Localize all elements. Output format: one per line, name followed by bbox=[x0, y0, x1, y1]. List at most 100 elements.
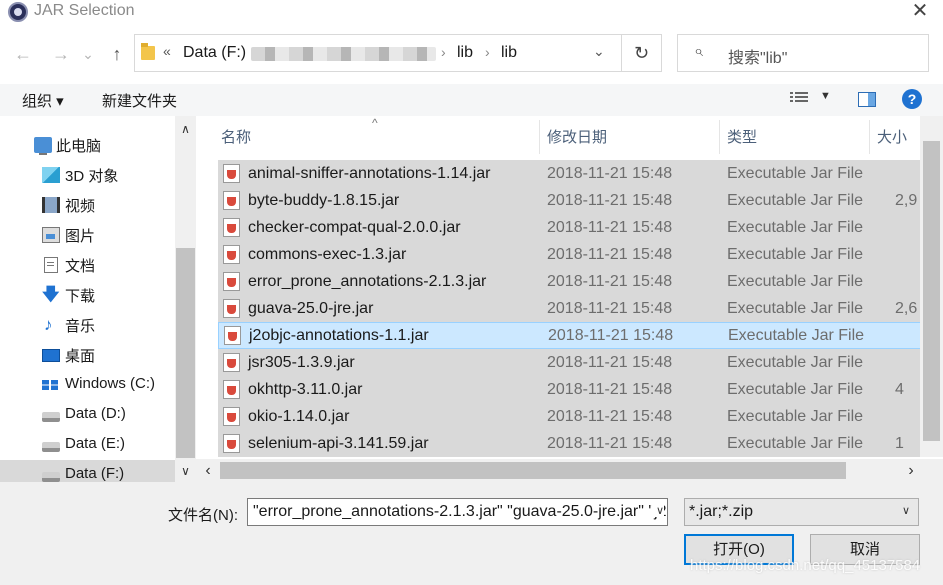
scroll-up-icon[interactable]: ∧ bbox=[175, 120, 196, 138]
file-row[interactable]: j2objc-annotations-1.1.jar 2018-11-21 15:… bbox=[218, 322, 921, 349]
file-date: 2018-11-21 15:48 bbox=[547, 192, 673, 209]
column-divider[interactable] bbox=[869, 120, 870, 154]
drive-icon bbox=[42, 412, 60, 422]
jar-file-icon bbox=[223, 272, 240, 291]
sidebar-item-label: Windows (C:) bbox=[65, 375, 156, 392]
file-row[interactable]: commons-exec-1.3.jar 2018-11-21 15:48 Exec… bbox=[218, 241, 921, 268]
file-row[interactable]: checker-compat-qual-2.0.0.jar 2018-11-21 … bbox=[218, 214, 921, 241]
sidebar-scroll-thumb[interactable] bbox=[176, 248, 195, 458]
breadcrumb-lib-1[interactable]: lib bbox=[457, 44, 473, 62]
file-row[interactable]: animal-sniffer-annotations-1.14.jar 2018-… bbox=[218, 160, 921, 187]
file-type: Executable Jar File bbox=[727, 381, 864, 398]
file-name: commons-exec-1.3.jar bbox=[248, 246, 407, 263]
breadcrumb-separator[interactable]: › bbox=[441, 44, 446, 60]
windows-drive-icon bbox=[42, 377, 60, 393]
breadcrumb-drive[interactable]: Data (F:) bbox=[183, 44, 246, 62]
file-row[interactable]: okhttp-3.11.0.jar 2018-11-21 15:48 Executa… bbox=[218, 376, 921, 403]
sidebar-item-3d-objects[interactable]: 3D 对象 bbox=[0, 160, 175, 190]
organize-button[interactable]: 组织 ▾ bbox=[22, 90, 64, 111]
sidebar-item-data-f[interactable]: Data (F:) bbox=[0, 460, 175, 482]
column-divider[interactable] bbox=[719, 120, 720, 154]
jar-file-icon bbox=[223, 407, 240, 426]
recent-locations-button[interactable]: ⌄ bbox=[80, 42, 96, 66]
vertical-scroll-thumb[interactable] bbox=[923, 141, 940, 441]
filename-label: 文件名(N): bbox=[168, 507, 238, 524]
back-button[interactable]: ← bbox=[10, 42, 36, 66]
jar-file-icon bbox=[223, 299, 240, 318]
sidebar-item-data-d[interactable]: Data (D:) bbox=[0, 400, 175, 430]
address-bar[interactable]: « Data (F:) › lib › lib ⌄ bbox=[134, 34, 622, 72]
filename-input[interactable]: "error_prone_annotations-2.1.3.jar" "gua… bbox=[247, 498, 668, 526]
file-row[interactable]: selenium-api-3.141.59.jar 2018-11-21 15:4… bbox=[218, 430, 921, 457]
file-size: 2,6 bbox=[895, 300, 918, 317]
search-icon: ⌕ bbox=[694, 43, 703, 60]
sidebar-item-videos[interactable]: 视频 bbox=[0, 190, 175, 220]
view-list-icon[interactable] bbox=[790, 92, 808, 106]
view-dropdown-icon[interactable]: ▼ bbox=[820, 90, 831, 102]
column-header-type[interactable]: 类型 bbox=[727, 126, 757, 147]
app-icon bbox=[8, 2, 28, 22]
navigation-pane: 此电脑 3D 对象 视频 图片 文档 🡇 下载 ♪ 音乐 桌面 Windows … bbox=[0, 116, 196, 482]
file-list-vertical-scrollbar[interactable] bbox=[920, 116, 943, 457]
sidebar-item-data-e[interactable]: Data (E:) bbox=[0, 430, 175, 460]
file-name: okhttp-3.11.0.jar bbox=[248, 381, 363, 398]
file-type-select[interactable]: *.jar;*.zip ∨ bbox=[684, 498, 919, 526]
file-type-value[interactable]: *.jar;*.zip bbox=[689, 503, 753, 521]
sidebar-scrollbar[interactable]: ∧ ∨ bbox=[175, 116, 196, 482]
breadcrumb-prefix[interactable]: « bbox=[163, 43, 171, 59]
search-box[interactable]: ⌕ 搜索"lib" bbox=[677, 34, 929, 72]
file-type: Executable Jar File bbox=[727, 165, 864, 182]
sidebar-item-music[interactable]: ♪ 音乐 bbox=[0, 310, 175, 340]
command-bar: 组织 ▾ 新建文件夹 ▼ ? bbox=[0, 84, 943, 116]
file-name: jsr305-1.3.9.jar bbox=[248, 354, 355, 371]
column-header-size[interactable]: 大小 bbox=[877, 126, 907, 147]
column-header-name[interactable]: 名称 bbox=[221, 126, 251, 147]
breadcrumb-lib-2[interactable]: lib bbox=[501, 44, 517, 62]
file-row[interactable]: guava-25.0-jre.jar 2018-11-21 15:48 Execut… bbox=[218, 295, 921, 322]
file-date: 2018-11-21 15:48 bbox=[547, 273, 673, 290]
forward-button[interactable]: → bbox=[48, 42, 74, 66]
jar-file-icon bbox=[223, 245, 240, 264]
file-list: ^ 名称 修改日期 类型 大小 animal-sniffer-annotatio… bbox=[196, 116, 943, 482]
scroll-down-icon[interactable]: ∨ bbox=[175, 462, 196, 480]
close-button[interactable]: ✕ bbox=[905, 0, 935, 24]
file-type: Executable Jar File bbox=[727, 300, 864, 317]
file-date: 2018-11-21 15:48 bbox=[547, 354, 673, 371]
sort-ascending-icon: ^ bbox=[372, 116, 378, 130]
scroll-right-icon[interactable]: › bbox=[899, 459, 923, 482]
sidebar-item-label: 3D 对象 bbox=[65, 168, 119, 185]
column-divider[interactable] bbox=[539, 120, 540, 154]
horizontal-scroll-thumb[interactable] bbox=[220, 462, 846, 479]
sidebar-item-downloads[interactable]: 🡇 下载 bbox=[0, 280, 175, 310]
sidebar-item-label: 下载 bbox=[65, 288, 96, 305]
sidebar-item-windows-c[interactable]: Windows (C:) bbox=[0, 370, 175, 400]
search-placeholder[interactable]: 搜索"lib" bbox=[728, 44, 787, 68]
filename-dropdown-icon[interactable]: ∨ bbox=[652, 504, 665, 517]
new-folder-button[interactable]: 新建文件夹 bbox=[102, 90, 177, 111]
file-row[interactable]: jsr305-1.3.9.jar 2018-11-21 15:48 Executab… bbox=[218, 349, 921, 376]
up-button[interactable]: ↑ bbox=[104, 42, 130, 66]
sidebar-item-label: 音乐 bbox=[65, 318, 96, 335]
file-name: checker-compat-qual-2.0.0.jar bbox=[248, 219, 461, 236]
file-row[interactable]: byte-buddy-1.8.15.jar 2018-11-21 15:48 Exe… bbox=[218, 187, 921, 214]
file-row[interactable]: error_prone_annotations-2.1.3.jar 2018-11… bbox=[218, 268, 921, 295]
sidebar-item-documents[interactable]: 文档 bbox=[0, 250, 175, 280]
sidebar-item-desktop[interactable]: 桌面 bbox=[0, 340, 175, 370]
sidebar-item-label: Data (D:) bbox=[65, 405, 126, 422]
file-type-dropdown-icon[interactable]: ∨ bbox=[902, 504, 910, 517]
sidebar-item-pictures[interactable]: 图片 bbox=[0, 220, 175, 250]
file-list-horizontal-scrollbar[interactable]: ‹ › bbox=[196, 459, 943, 482]
breadcrumb-separator[interactable]: › bbox=[485, 44, 490, 60]
refresh-button[interactable]: ↻ bbox=[622, 34, 662, 72]
preview-pane-icon[interactable] bbox=[858, 92, 876, 107]
column-header-date[interactable]: 修改日期 bbox=[547, 126, 607, 147]
sidebar-item-this-pc[interactable]: 此电脑 bbox=[0, 130, 175, 160]
help-icon[interactable]: ? bbox=[902, 89, 922, 109]
file-date: 2018-11-21 15:48 bbox=[547, 165, 673, 182]
file-row[interactable]: okio-1.14.0.jar 2018-11-21 15:48 Executabl… bbox=[218, 403, 921, 430]
file-date: 2018-11-21 15:48 bbox=[548, 327, 674, 344]
address-dropdown-icon[interactable]: ⌄ bbox=[593, 43, 605, 60]
file-date: 2018-11-21 15:48 bbox=[547, 219, 673, 236]
filename-value[interactable]: "error_prone_annotations-2.1.3.jar" "gua… bbox=[253, 503, 667, 521]
scroll-left-icon[interactable]: ‹ bbox=[196, 459, 220, 482]
